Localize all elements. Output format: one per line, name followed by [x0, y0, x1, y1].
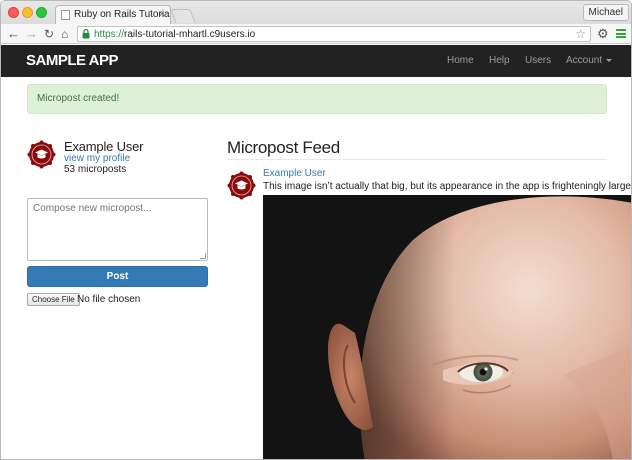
nav-home-link[interactable]: Home [447, 45, 474, 77]
page-favicon-icon [61, 10, 70, 20]
url-host: rails-tutorial-mhartl.c9users.io [124, 29, 256, 40]
post-attached-image [263, 195, 631, 459]
nav-help-link[interactable]: Help [489, 45, 510, 77]
caret-down-icon [606, 58, 613, 62]
home-icon[interactable]: ⌂ [61, 25, 68, 43]
url-scheme: https:// [94, 29, 125, 40]
url-text: https://rails-tutorial-mhartl.c9users.io [94, 28, 255, 41]
user-avatar[interactable] [27, 140, 56, 169]
flash-success-alert: Micropost created! [27, 84, 607, 114]
app-navbar: sample app Home Help Users Account [1, 45, 631, 77]
browser-window: Ruby on Rails Tutorial Sam × Michael ← →… [0, 0, 632, 460]
feed-title: Micropost Feed [227, 138, 340, 157]
micropost-textarea[interactable] [27, 198, 208, 261]
profile-button[interactable]: Michael [582, 4, 629, 21]
back-arrow-icon[interactable]: ← [7, 25, 20, 43]
gravatar-icon [27, 140, 56, 169]
micropost-count: 53 microposts [64, 164, 127, 175]
reload-icon[interactable]: ↻ [44, 25, 54, 43]
view-profile-link[interactable]: view my profile [64, 153, 130, 164]
user-name: Example User [64, 139, 144, 154]
app-logo[interactable]: sample app [26, 51, 118, 71]
post-button[interactable]: Post [27, 266, 208, 287]
menu-icon[interactable] [616, 29, 626, 38]
address-bar[interactable]: https://rails-tutorial-mhartl.c9users.io… [77, 26, 591, 42]
new-tab-button[interactable] [170, 9, 196, 23]
file-status-text: No file chosen [77, 294, 141, 305]
bald-man-photo [263, 195, 631, 459]
post-user-link[interactable]: Example User [263, 168, 326, 179]
nav-users-link[interactable]: Users [525, 45, 551, 77]
tab-strip: Ruby on Rails Tutorial Sam × Michael [1, 1, 631, 24]
bookmark-star-icon[interactable]: ☆ [575, 27, 586, 41]
forward-arrow-icon[interactable]: → [25, 25, 38, 43]
browser-tab[interactable]: Ruby on Rails Tutorial Sam × [55, 5, 171, 24]
zoom-window-button[interactable] [36, 7, 47, 18]
close-window-button[interactable] [8, 7, 19, 18]
resize-handle-icon[interactable] [200, 253, 206, 259]
feed-divider [227, 159, 607, 160]
tab-close-icon[interactable]: × [159, 6, 165, 24]
browser-toolbar: ← → ↻ ⌂ https://rails-tutorial-mhartl.c9… [1, 24, 631, 44]
tab-title: Ruby on Rails Tutorial Sam [74, 9, 171, 20]
nav-account-label: Account [566, 55, 603, 66]
gravatar-icon [227, 171, 256, 200]
post-avatar[interactable] [227, 171, 256, 200]
nav-account-dropdown[interactable]: Account [566, 45, 613, 77]
minimize-window-button[interactable] [22, 7, 33, 18]
post-content: This image isn’t actually that big, but … [263, 181, 632, 192]
choose-file-button[interactable]: Choose File [27, 293, 80, 306]
lock-icon [82, 29, 90, 39]
gear-icon[interactable]: ⚙ [597, 25, 609, 43]
